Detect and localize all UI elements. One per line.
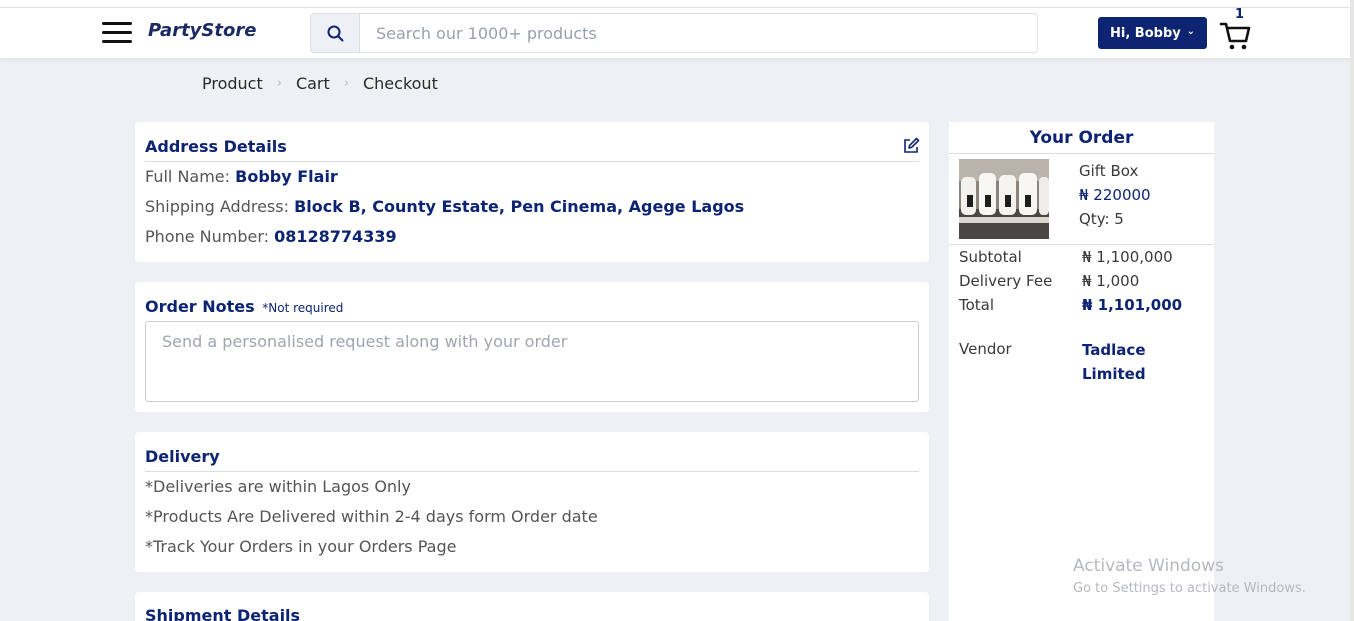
breadcrumb-cart[interactable]: Cart xyxy=(296,74,330,93)
divider xyxy=(949,153,1214,154)
delivery-fee-label: Delivery Fee xyxy=(959,272,1053,290)
menu-icon[interactable] xyxy=(102,22,132,44)
chevron-right-icon: › xyxy=(343,76,349,91)
delivery-line: *Track Your Orders in your Orders Page xyxy=(145,537,457,556)
address-title: Address Details xyxy=(145,137,287,156)
order-notes-subtitle: *Not required xyxy=(262,301,344,315)
shipment-title: Shipment Details xyxy=(145,606,301,621)
vendor-value[interactable]: Tadlace Limited xyxy=(1082,338,1202,386)
divider xyxy=(145,471,919,472)
vendor-label: Vendor xyxy=(959,340,1012,358)
search-bar xyxy=(310,13,1038,53)
delivery-title: Delivery xyxy=(145,447,220,466)
divider xyxy=(145,161,919,162)
shipping-address-row: Shipping Address: Block B, County Estate… xyxy=(145,197,744,216)
search-button[interactable] xyxy=(311,14,360,52)
product-name: Gift Box xyxy=(1079,162,1139,180)
activation-watermark-subtitle: Go to Settings to activate Windows. xyxy=(1073,581,1306,596)
full-name-value: Bobby Flair xyxy=(235,167,338,186)
full-name-row: Full Name: Bobby Flair xyxy=(145,167,338,186)
product-image xyxy=(959,159,1049,239)
order-notes-textarea[interactable] xyxy=(145,321,919,402)
breadcrumb-checkout[interactable]: Checkout xyxy=(363,74,438,93)
search-icon xyxy=(327,25,343,41)
top-strip xyxy=(0,0,1354,8)
user-menu-button[interactable]: Hi, Bobby ⌄ xyxy=(1098,17,1207,49)
total-value: ₦ 1,101,000 xyxy=(1082,296,1183,314)
delivery-card: Delivery *Deliveries are within Lagos On… xyxy=(135,432,929,572)
order-notes-card: Order Notes *Not required xyxy=(135,282,929,412)
subtotal-label: Subtotal xyxy=(959,248,1022,266)
total-label: Total xyxy=(959,296,995,314)
user-menu-label: Hi, Bobby xyxy=(1110,25,1181,41)
delivery-line: *Deliveries are within Lagos Only xyxy=(145,477,411,496)
order-summary-panel: Your Order Gift Box ₦ 220000 Qty: 5 Subt… xyxy=(949,122,1214,621)
order-notes-title: Order Notes *Not required xyxy=(145,297,343,316)
shipping-address-value: Block B, County Estate, Pen Cinema, Ageg… xyxy=(294,197,745,216)
phone-value: 08128774339 xyxy=(274,227,397,246)
breadcrumb-product[interactable]: Product xyxy=(202,74,263,93)
chevron-down-icon: ⌄ xyxy=(1186,26,1195,37)
divider xyxy=(949,244,1214,245)
breadcrumb: Product › Cart › Checkout xyxy=(202,74,438,93)
phone-row: Phone Number: 08128774339 xyxy=(145,227,397,246)
address-card: Address Details Full Name: Bobby Flair S… xyxy=(135,122,929,262)
product-quantity: Qty: 5 xyxy=(1079,210,1124,228)
phone-label: Phone Number: xyxy=(145,227,270,246)
full-name-label: Full Name: xyxy=(145,167,231,186)
search-input[interactable] xyxy=(361,14,1037,52)
chevron-right-icon: › xyxy=(276,76,282,91)
delivery-fee-value: ₦ 1,000 xyxy=(1082,272,1140,290)
delivery-line: *Products Are Delivered within 2-4 days … xyxy=(145,507,598,526)
shipment-card: Shipment Details xyxy=(135,592,929,621)
subtotal-value: ₦ 1,100,000 xyxy=(1082,248,1173,266)
edit-icon[interactable] xyxy=(902,137,920,155)
product-price: ₦ 220000 xyxy=(1079,186,1151,204)
logo[interactable]: PartyStore xyxy=(148,20,256,41)
order-title: Your Order xyxy=(1029,128,1134,148)
activation-watermark-title: Activate Windows xyxy=(1073,556,1224,576)
shipping-address-label: Shipping Address: xyxy=(145,197,289,216)
scrollbar[interactable] xyxy=(1350,0,1354,621)
cart-count-badge: 1 xyxy=(1235,7,1245,22)
order-notes-heading: Order Notes xyxy=(145,297,255,316)
header: PartyStore Hi, Bobby ⌄ 1 xyxy=(0,7,1354,58)
